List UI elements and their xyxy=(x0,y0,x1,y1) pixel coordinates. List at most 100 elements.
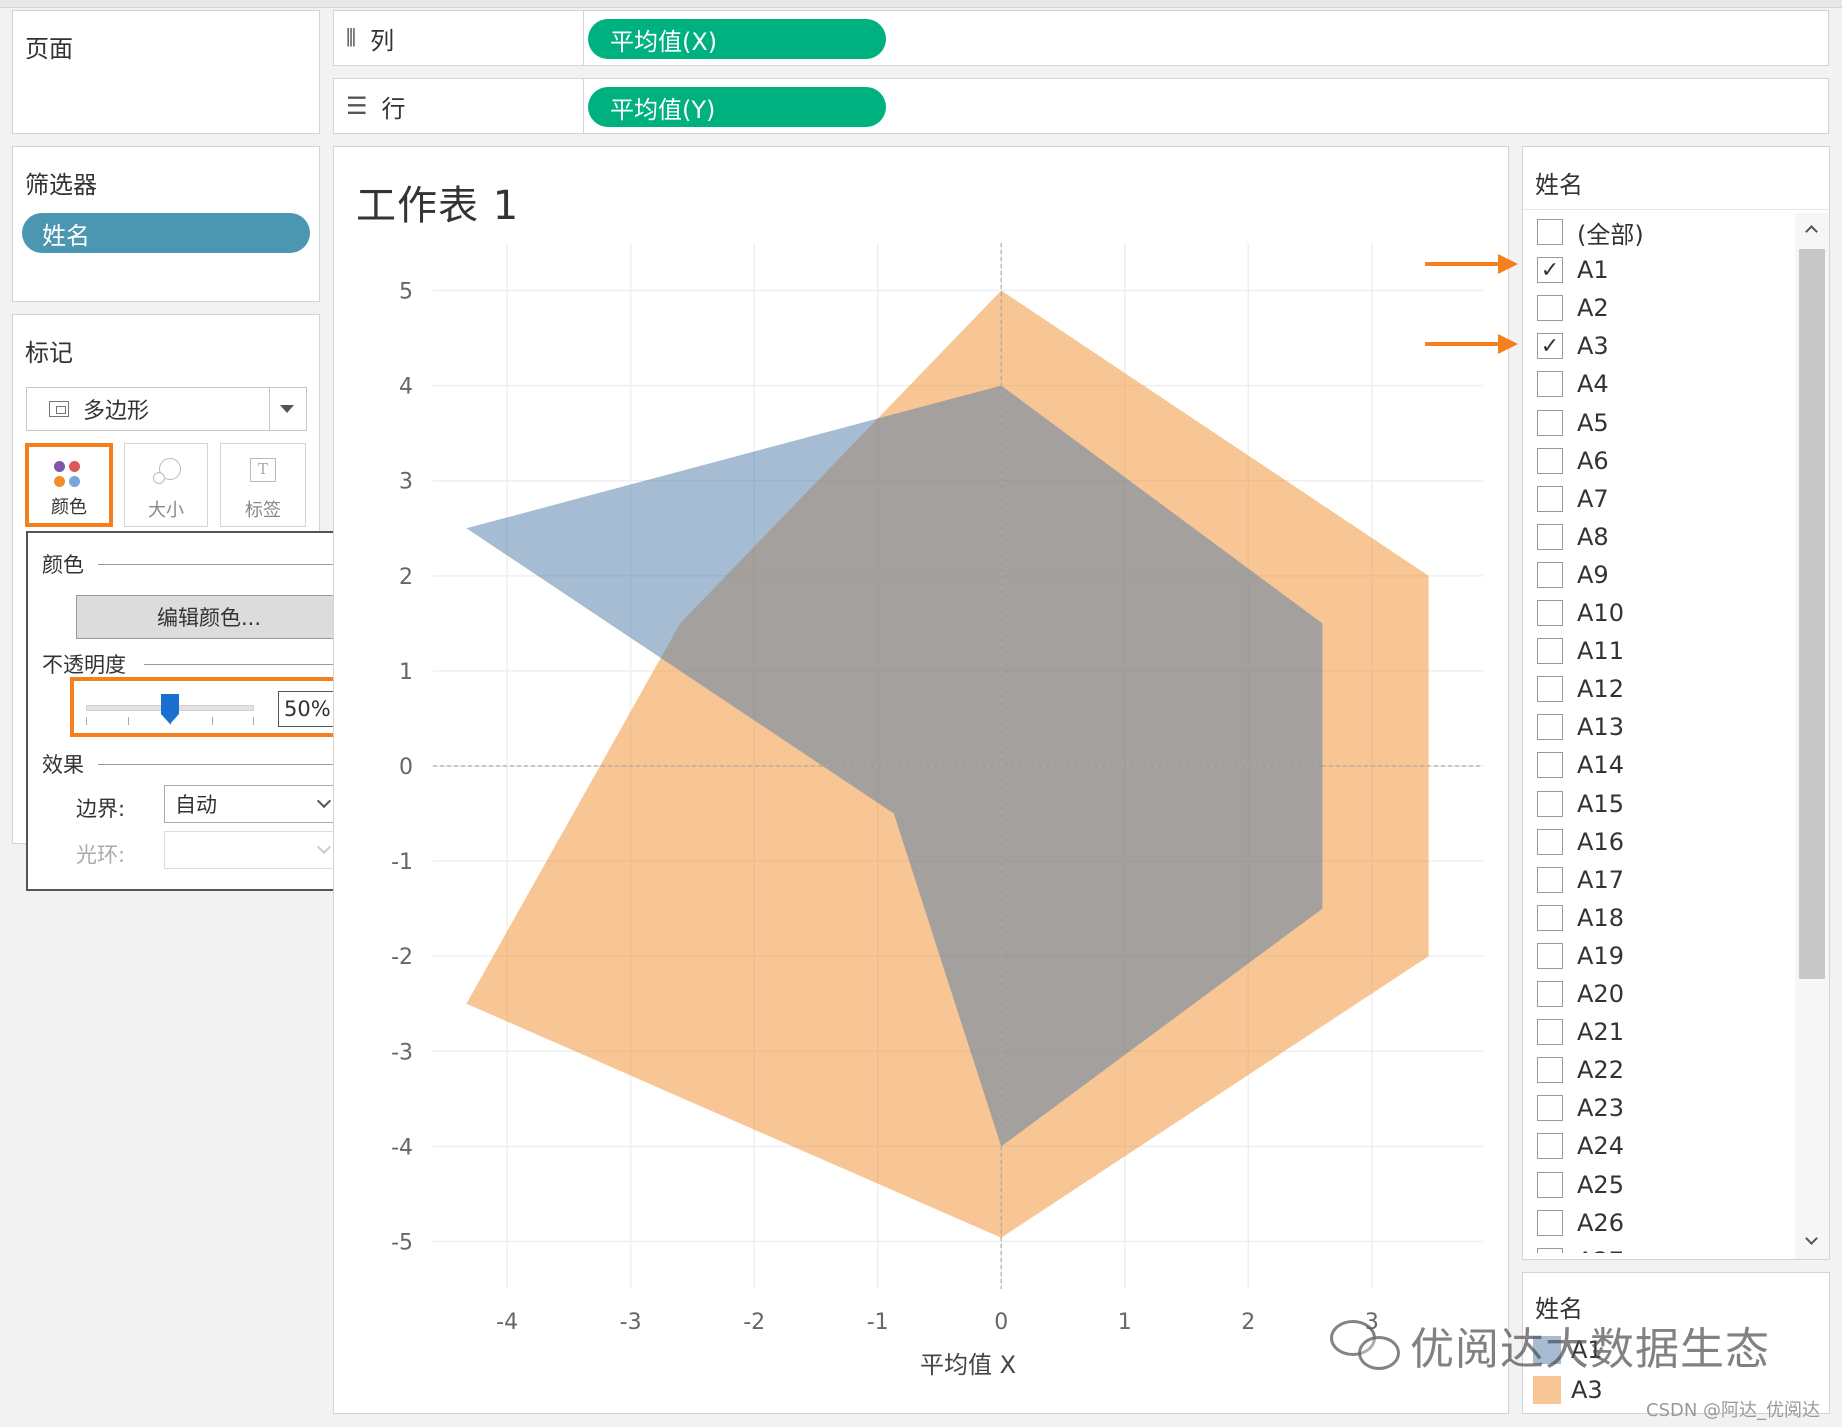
filter-item[interactable]: A6 xyxy=(1537,442,1797,480)
chevron-down-icon xyxy=(316,839,332,855)
scroll-up-icon[interactable] xyxy=(1805,225,1818,238)
filter-item[interactable]: A27 xyxy=(1537,1242,1797,1253)
color-legend[interactable]: 姓名 A1 A3 xyxy=(1522,1272,1830,1414)
color-legend-title: 姓名 xyxy=(1535,1295,1583,1323)
checkbox[interactable] xyxy=(1537,981,1563,1007)
avg-x-pill[interactable]: 平均值(X) xyxy=(588,19,886,59)
chart[interactable]: 5 4 3 2 1 0 -1 -2 -3 -4 -5 -4 -3 -2 -1 0 1 2 3 平均值 X xyxy=(333,146,1509,1414)
rows-shelf[interactable]: ☰ 行 平均值(Y) xyxy=(333,78,1829,134)
checkmark-icon: ✓ xyxy=(1540,333,1560,359)
filter-item[interactable]: A20 xyxy=(1537,975,1797,1013)
filter-item[interactable]: A11 xyxy=(1537,632,1797,670)
legend-item[interactable]: A1 xyxy=(1533,1333,1603,1367)
checkbox[interactable] xyxy=(1537,1095,1563,1122)
checkbox[interactable] xyxy=(1537,1019,1563,1046)
checkbox-checked[interactable]: ✓ xyxy=(1537,333,1563,360)
polygon-icon xyxy=(49,401,69,417)
filter-item[interactable]: A18 xyxy=(1537,899,1797,937)
checkbox[interactable] xyxy=(1537,942,1563,969)
chevron-down-icon xyxy=(280,405,294,413)
filter-item[interactable]: A8 xyxy=(1537,518,1797,556)
filter-item-label: A1 xyxy=(1577,256,1609,285)
border-select[interactable]: 自动 xyxy=(164,785,342,823)
checkbox[interactable] xyxy=(1537,866,1563,893)
filter-item[interactable]: ✓ A3 xyxy=(1537,327,1797,365)
checkbox[interactable] xyxy=(1537,1209,1563,1236)
filters-panel[interactable]: 筛选器 姓名 xyxy=(12,146,320,302)
scroll-down-icon[interactable] xyxy=(1805,1232,1818,1245)
size-button[interactable]: 大小 xyxy=(124,443,208,527)
checkbox[interactable] xyxy=(1537,714,1563,741)
y-tick-label: 0 xyxy=(399,755,413,780)
filter-list[interactable]: (全部) ✓ A1 A2 ✓ A3 A4 A5 A6 A7 A8 A9 A10 A11 A12 A13 A14 A… xyxy=(1537,213,1797,1253)
color-button[interactable]: 颜色 xyxy=(25,443,113,527)
checkbox[interactable] xyxy=(1537,828,1563,855)
filter-item[interactable]: A14 xyxy=(1537,746,1797,784)
filter-item[interactable]: A4 xyxy=(1537,365,1797,403)
checkbox[interactable] xyxy=(1537,561,1563,588)
checkbox[interactable] xyxy=(1537,485,1563,512)
checkbox[interactable] xyxy=(1537,1057,1563,1084)
columns-shelf-label: ⫴ 列 xyxy=(334,11,584,65)
edit-colors-button[interactable]: 编辑颜色... xyxy=(76,595,342,639)
checkbox[interactable] xyxy=(1537,676,1563,703)
filter-item-label: A21 xyxy=(1577,1018,1624,1047)
y-tick-label: -4 xyxy=(391,1135,413,1160)
checkbox[interactable] xyxy=(1537,752,1563,779)
filter-item[interactable]: A24 xyxy=(1537,1127,1797,1165)
filter-item[interactable]: A16 xyxy=(1537,823,1797,861)
filter-item[interactable]: A22 xyxy=(1537,1051,1797,1089)
filter-item[interactable]: A2 xyxy=(1537,289,1797,327)
checkbox[interactable] xyxy=(1537,523,1563,550)
checkbox[interactable] xyxy=(1537,371,1563,398)
filter-pill-name[interactable]: 姓名 xyxy=(22,213,310,253)
halo-label: 光环: xyxy=(76,843,126,867)
filter-item[interactable]: A19 xyxy=(1537,937,1797,975)
columns-shelf[interactable]: ⫴ 列 平均值(X) xyxy=(333,10,1829,66)
filter-item[interactable]: ✓ A1 xyxy=(1537,251,1797,289)
scrollbar[interactable] xyxy=(1795,213,1829,1259)
rows-shelf-label: ☰ 行 xyxy=(334,79,584,133)
checkbox[interactable] xyxy=(1537,904,1563,931)
filter-item[interactable]: A12 xyxy=(1537,670,1797,708)
filter-item-label: A3 xyxy=(1577,332,1609,361)
legend-item[interactable]: A3 xyxy=(1533,1373,1603,1407)
filter-item[interactable]: A15 xyxy=(1537,785,1797,823)
filter-item[interactable]: A13 xyxy=(1537,708,1797,746)
filter-item[interactable]: A9 xyxy=(1537,556,1797,594)
checkbox[interactable] xyxy=(1537,219,1563,245)
checkbox[interactable] xyxy=(1537,1247,1563,1253)
checkbox-checked[interactable]: ✓ xyxy=(1537,257,1563,284)
filter-item[interactable]: (全部) xyxy=(1537,213,1797,251)
filter-item[interactable]: A7 xyxy=(1537,480,1797,518)
filter-item[interactable]: A25 xyxy=(1537,1166,1797,1204)
checkbox[interactable] xyxy=(1537,295,1563,322)
label-button[interactable]: T 标签 xyxy=(220,443,306,527)
avg-y-pill[interactable]: 平均值(Y) xyxy=(588,87,886,127)
checkbox[interactable] xyxy=(1537,447,1563,474)
color-button-label: 颜色 xyxy=(51,497,87,518)
filter-item[interactable]: A5 xyxy=(1537,404,1797,442)
mark-type-dropdown[interactable]: 多边形 xyxy=(26,387,307,431)
filter-item[interactable]: A17 xyxy=(1537,861,1797,899)
checkbox[interactable] xyxy=(1537,1171,1563,1198)
y-tick-label: -1 xyxy=(391,850,413,875)
opacity-slider-thumb[interactable] xyxy=(161,694,179,724)
filter-item[interactable]: A21 xyxy=(1537,1013,1797,1051)
filter-card[interactable]: 姓名 (全部) ✓ A1 A2 ✓ A3 A4 A5 A6 A7 A8 A9 A10 A11 A12 A13 A… xyxy=(1522,146,1830,1260)
annotation-arrows xyxy=(1425,254,1518,354)
pages-title: 页面 xyxy=(25,35,73,63)
halo-select[interactable] xyxy=(164,831,342,869)
checkbox[interactable] xyxy=(1537,790,1563,817)
filter-item-label: A20 xyxy=(1577,980,1624,1008)
checkbox[interactable] xyxy=(1537,638,1563,665)
checkbox[interactable] xyxy=(1537,600,1563,626)
checkbox[interactable] xyxy=(1537,1133,1563,1160)
scrollbar-thumb[interactable] xyxy=(1799,249,1825,979)
filter-item[interactable]: A26 xyxy=(1537,1204,1797,1242)
checkbox[interactable] xyxy=(1537,409,1563,436)
filter-item[interactable]: A10 xyxy=(1537,594,1797,632)
pages-panel[interactable]: 页面 xyxy=(12,10,320,134)
color-section-title: 颜色 xyxy=(42,553,84,577)
filter-item[interactable]: A23 xyxy=(1537,1089,1797,1127)
